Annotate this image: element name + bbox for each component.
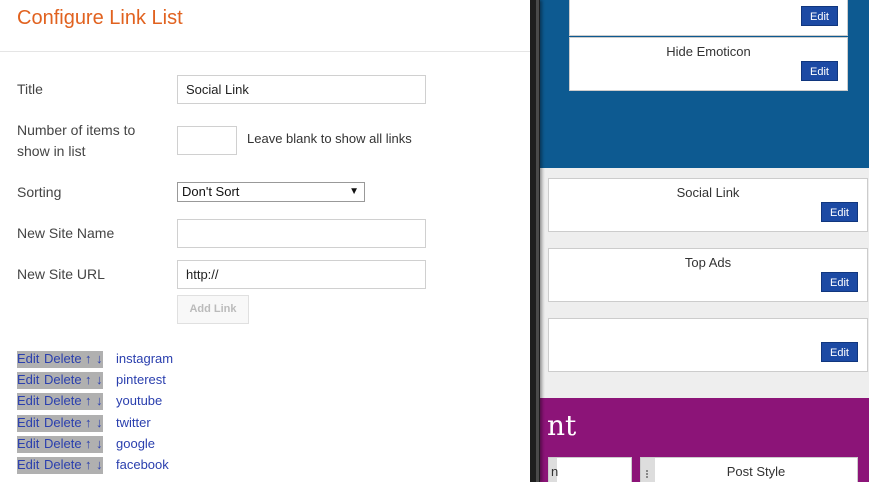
title-input[interactable] (177, 75, 426, 104)
move-up-icon[interactable]: ↑ (85, 413, 92, 432)
dialog-header: Configure Link List (0, 0, 530, 52)
link-delete-button[interactable]: Delete (44, 370, 82, 389)
sub-gadget-name: Post Style (726, 464, 786, 479)
link-edit-button[interactable]: Edit (17, 434, 39, 453)
link-edit-button[interactable]: Edit (17, 370, 39, 389)
move-down-icon[interactable]: ↓ (96, 413, 103, 432)
link-name-pinterest[interactable]: pinterest (116, 370, 166, 389)
link-name-instagram[interactable]: instagram (116, 349, 173, 368)
gadget-name: Hide Emoticon (666, 44, 751, 59)
move-down-icon[interactable]: ↓ (96, 370, 103, 389)
move-up-icon[interactable]: ↑ (85, 370, 92, 389)
gadget-name (549, 319, 867, 325)
new-site-name-label: New Site Name (17, 225, 115, 241)
link-controls: Edit Delete ↑ ↓ (17, 455, 103, 474)
move-down-icon[interactable]: ↓ (96, 391, 103, 410)
link-controls: Edit Delete ↑ ↓ (17, 391, 103, 411)
move-up-icon[interactable]: ↑ (85, 349, 92, 368)
link-name-google[interactable]: google (116, 434, 155, 453)
sorting-selected-value: Don't Sort (182, 184, 240, 199)
gadget-edit-button[interactable]: Edit (821, 342, 858, 362)
sorting-label: Sorting (17, 184, 62, 200)
gadget-box-hide-emoticon[interactable]: Hide Emoticon Edit (569, 37, 848, 91)
gadget-name: Social Link (676, 185, 740, 200)
configure-link-list-dialog: Configure Link List Title Number of item… (0, 0, 530, 482)
link-delete-button[interactable]: Delete (44, 434, 82, 453)
move-down-icon[interactable]: ↓ (96, 434, 103, 453)
link-edit-button[interactable]: Edit (17, 349, 39, 368)
title-label: Title (17, 81, 43, 97)
gadget-box-top-ads[interactable]: Top Ads Edit (548, 248, 868, 302)
dialog-title: Configure Link List (17, 7, 183, 29)
item-count-label: Number of items to show in list (17, 122, 136, 159)
sub-gadget-post-style[interactable]: Post Style (640, 457, 858, 482)
link-controls: Edit Delete ↑ ↓ (17, 351, 103, 368)
sorting-select[interactable]: Don't Sort ▼ (177, 182, 365, 202)
gadget-edit-button[interactable]: Edit (821, 272, 858, 292)
move-down-icon[interactable]: ↓ (96, 349, 103, 368)
section-heading-fragment: nt (547, 409, 577, 442)
dropdown-arrow-icon: ▼ (349, 186, 359, 197)
link-controls: Edit Delete ↑ ↓ (17, 370, 103, 390)
add-link-button[interactable]: Add Link (177, 295, 249, 324)
link-delete-button[interactable]: Delete (44, 349, 82, 368)
gadget-edit-button[interactable]: Edit (821, 202, 858, 222)
link-name-twitter[interactable]: twitter (116, 413, 151, 432)
move-up-icon[interactable]: ↑ (85, 391, 92, 410)
sub-gadget-box[interactable]: n (548, 457, 632, 482)
new-site-url-input[interactable] (177, 260, 426, 289)
link-controls: Edit Delete ↑ ↓ (17, 434, 103, 453)
gadget-box[interactable]: Edit (569, 0, 848, 36)
gadget-box-social-link[interactable]: Social Link Edit (548, 178, 868, 232)
gadget-box[interactable]: Edit (548, 318, 868, 372)
sub-gadget-name: n (551, 464, 559, 479)
link-name-youtube[interactable]: youtube (116, 391, 162, 410)
gadget-edit-button[interactable]: Edit (801, 6, 838, 26)
link-controls: Edit Delete ↑ ↓ (17, 413, 103, 432)
link-delete-button[interactable]: Delete (44, 413, 82, 432)
gadget-edit-button[interactable]: Edit (801, 61, 838, 81)
link-edit-button[interactable]: Edit (17, 455, 39, 474)
item-count-hint: Leave blank to show all links (247, 131, 412, 146)
drag-handle[interactable] (641, 458, 655, 482)
window-frame-highlight (536, 0, 539, 482)
link-name-facebook[interactable]: facebook (116, 455, 169, 474)
move-up-icon[interactable]: ↑ (85, 434, 92, 453)
link-delete-button[interactable]: Delete (44, 455, 82, 474)
gadget-name: Top Ads (684, 255, 732, 270)
link-delete-button[interactable]: Delete (44, 391, 82, 410)
new-site-url-label: New Site URL (17, 266, 105, 282)
item-count-input[interactable] (177, 126, 237, 155)
new-site-name-input[interactable] (177, 219, 426, 248)
link-edit-button[interactable]: Edit (17, 391, 39, 410)
move-up-icon[interactable]: ↑ (85, 455, 92, 474)
move-down-icon[interactable]: ↓ (96, 455, 103, 474)
link-edit-button[interactable]: Edit (17, 413, 39, 432)
